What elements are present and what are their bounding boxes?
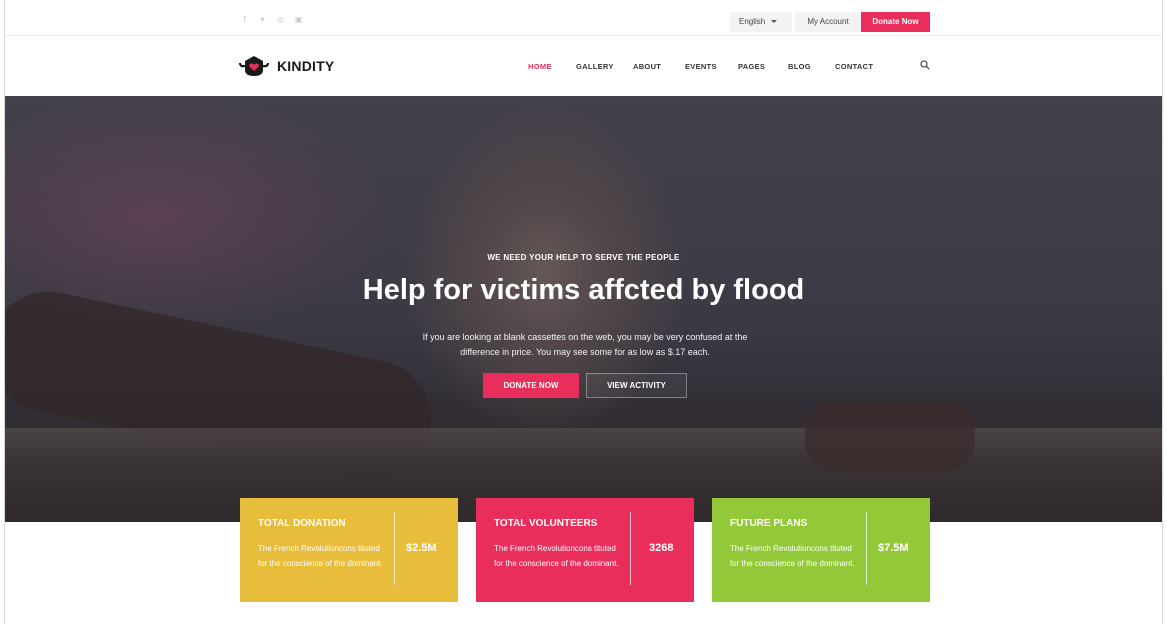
hero-banner: WE NEED YOUR HELP TO SERVE THE PEOPLE He… [5, 96, 1162, 522]
page-frame: f ▾ ◎ ▣ English My Account Donate Now KI… [4, 0, 1163, 624]
facebook-icon[interactable]: f [241, 16, 248, 24]
nav-item-about[interactable]: ABOUT [633, 62, 661, 71]
card-value: $7.5M [878, 542, 909, 554]
stat-card-donation: TOTAL DONATION The French Revolutioncons… [240, 498, 458, 602]
card-value: 3268 [649, 542, 674, 554]
behance-icon[interactable]: ▣ [295, 16, 303, 24]
twitter-icon[interactable]: ▾ [259, 16, 266, 24]
language-label: English [739, 17, 766, 26]
nav-item-events[interactable]: EVENTS [685, 62, 717, 71]
card-divider [630, 512, 631, 585]
search-icon[interactable] [920, 60, 930, 70]
top-bar: f ▾ ◎ ▣ English My Account Donate Now [5, 0, 1162, 36]
card-value: $2.5M [406, 542, 437, 554]
hero-overlay [5, 96, 1162, 522]
top-donate-button[interactable]: Donate Now [861, 12, 930, 32]
nav-item-blog[interactable]: BLOG [788, 62, 811, 71]
social-links: f ▾ ◎ ▣ [241, 16, 303, 24]
my-account-link[interactable]: My Account [795, 12, 861, 32]
stat-card-volunteers: TOTAL VOLUNTEERS The French Revolutionco… [476, 498, 694, 602]
card-title: TOTAL VOLUNTEERS [494, 518, 598, 529]
nav-item-home[interactable]: HOME [528, 62, 552, 71]
language-select[interactable]: English [730, 12, 792, 32]
logo-icon [239, 56, 269, 76]
dribbble-icon[interactable]: ◎ [277, 16, 284, 24]
stat-card-future-plans: FUTURE PLANS The French Revolutioncons t… [712, 498, 930, 602]
card-text: The French Revolutioncons tituted for th… [258, 544, 383, 568]
logo[interactable]: KINDITY [239, 54, 334, 78]
hero-title: Help for victims affcted by flood [362, 274, 805, 306]
main-navbar: KINDITY HOME GALLERY ABOUT EVENTS PAGES … [5, 37, 1162, 96]
card-text: The French Revolutioncons tituted for th… [494, 544, 619, 568]
chevron-down-icon [771, 20, 778, 24]
card-title: TOTAL DONATION [258, 518, 346, 529]
card-divider [866, 512, 867, 585]
card-divider [394, 512, 395, 585]
brand-name: KINDITY [277, 58, 335, 74]
nav-item-contact[interactable]: CONTACT [835, 62, 873, 71]
card-title: FUTURE PLANS [730, 518, 808, 529]
nav-item-gallery[interactable]: GALLERY [576, 62, 614, 71]
hero-description: If you are looking at blank cassettes on… [422, 332, 748, 357]
view-activity-button[interactable]: VIEW ACTIVITY [586, 373, 687, 398]
hero-subtitle: WE NEED YOUR HELP TO SERVE THE PEOPLE [487, 253, 680, 262]
card-text: The French Revolutioncons tituted for th… [730, 544, 855, 568]
donate-now-button[interactable]: DONATE NOW [483, 373, 579, 398]
nav-item-pages[interactable]: PAGES [738, 62, 765, 71]
